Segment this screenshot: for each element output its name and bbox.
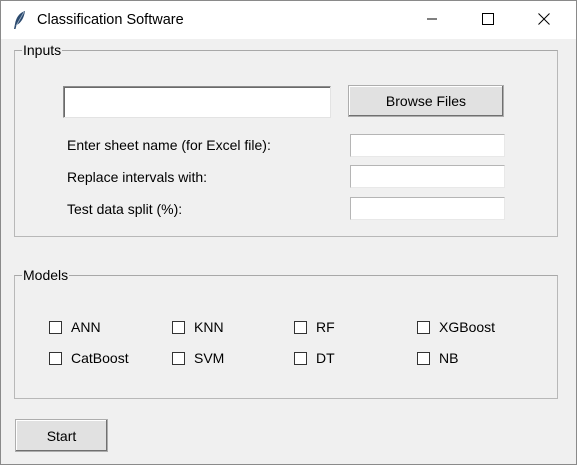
model-label: SVM bbox=[194, 350, 225, 366]
model-checkbox-catboost[interactable]: CatBoost bbox=[49, 350, 129, 366]
test-split-input[interactable] bbox=[350, 197, 505, 220]
model-checkbox-knn[interactable]: KNN bbox=[172, 319, 224, 335]
browse-files-button[interactable]: Browse Files bbox=[348, 85, 504, 117]
close-icon bbox=[538, 12, 550, 28]
maximize-button[interactable] bbox=[465, 1, 511, 39]
app-window: Classification Software Inputs Browse Fi… bbox=[0, 0, 577, 465]
checkbox[interactable] bbox=[417, 351, 430, 365]
close-button[interactable] bbox=[521, 1, 567, 39]
sheet-name-input[interactable] bbox=[350, 134, 505, 157]
checkbox[interactable] bbox=[172, 351, 185, 365]
model-checkbox-xgboost[interactable]: XGBoost bbox=[417, 319, 495, 335]
replace-intervals-label: Replace intervals with: bbox=[67, 169, 208, 185]
models-group-label: Models bbox=[22, 267, 70, 283]
checkbox[interactable] bbox=[172, 320, 185, 334]
file-path-input[interactable] bbox=[63, 86, 331, 118]
model-checkbox-rf[interactable]: RF bbox=[294, 319, 335, 335]
title-bar[interactable]: Classification Software bbox=[1, 1, 576, 39]
inputs-group-label: Inputs bbox=[22, 42, 63, 58]
model-label: ANN bbox=[71, 319, 101, 335]
window-title: Classification Software bbox=[37, 12, 184, 28]
model-label: RF bbox=[316, 319, 335, 335]
models-group: Models ANN KNN RF XGBoost CatBoost SVM D… bbox=[14, 267, 558, 399]
sheet-name-label: Enter sheet name (for Excel file): bbox=[67, 137, 271, 153]
model-label: XGBoost bbox=[439, 319, 496, 335]
replace-intervals-input[interactable] bbox=[350, 165, 505, 188]
model-label: CatBoost bbox=[71, 350, 129, 366]
checkbox[interactable] bbox=[294, 351, 307, 365]
test-split-label: Test data split (%): bbox=[67, 201, 183, 217]
start-button[interactable]: Start bbox=[15, 419, 108, 452]
maximize-icon bbox=[482, 12, 494, 28]
checkbox[interactable] bbox=[49, 351, 62, 365]
minimize-icon bbox=[426, 12, 438, 28]
checkbox[interactable] bbox=[294, 320, 307, 334]
model-checkbox-ann[interactable]: ANN bbox=[49, 319, 101, 335]
minimize-button[interactable] bbox=[409, 1, 455, 39]
inputs-group: Inputs Browse Files Enter sheet name (fo… bbox=[14, 42, 558, 237]
model-label: KNN bbox=[194, 319, 224, 335]
model-checkbox-dt[interactable]: DT bbox=[294, 350, 335, 366]
checkbox[interactable] bbox=[417, 320, 430, 334]
model-label: NB bbox=[439, 350, 459, 366]
model-checkbox-nb[interactable]: NB bbox=[417, 350, 458, 366]
model-label: DT bbox=[316, 350, 335, 366]
model-checkbox-svm[interactable]: SVM bbox=[172, 350, 224, 366]
checkbox[interactable] bbox=[49, 320, 62, 334]
feather-icon bbox=[12, 10, 28, 30]
